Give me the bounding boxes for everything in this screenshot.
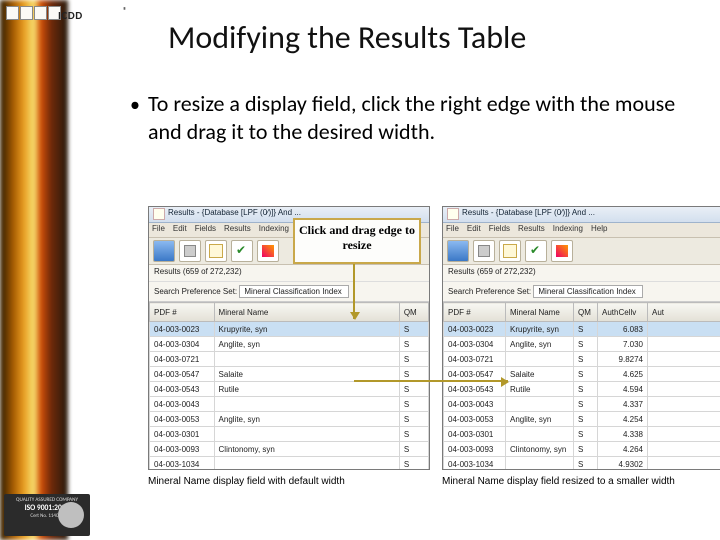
window-titlebar[interactable]: Results - {Database [LPF (0⁄)]} And ... xyxy=(443,207,720,223)
table-row[interactable]: 04-003-0721S9.8274 xyxy=(444,352,720,367)
sheet-button[interactable] xyxy=(205,240,227,262)
table-row[interactable]: 04-003-0053Anglite, synS4.254 xyxy=(444,412,720,427)
icdd-logo: ICDD ® xyxy=(6,6,126,28)
menu-item-results[interactable]: Results xyxy=(518,224,545,233)
column-header[interactable]: AuthCellv xyxy=(598,303,648,322)
save-button[interactable] xyxy=(153,240,175,262)
app-icon xyxy=(153,208,165,220)
menu-item-file[interactable]: File xyxy=(152,224,165,233)
table-row[interactable]: 04-003-0053Anglite, synS xyxy=(150,412,429,427)
sheet-button[interactable] xyxy=(499,240,521,262)
column-header[interactable]: QM xyxy=(399,303,428,322)
slide-title: Modifying the Results Table xyxy=(168,18,526,57)
decorative-band xyxy=(0,0,68,540)
results-count: Results (659 of 272,232) xyxy=(149,265,429,282)
search-pref-label: Search Preference Set: xyxy=(448,287,531,296)
bullet-icon: • xyxy=(130,93,140,118)
results-count: Results (659 of 272,232) xyxy=(443,265,720,282)
arrow-right-icon xyxy=(354,380,508,382)
results-grid[interactable]: PDF #Mineral NameQMAuthCellvAut 04-003-0… xyxy=(443,302,720,470)
menu-item-indexing[interactable]: Indexing xyxy=(553,224,583,233)
caption-after: Mineral Name display field resized to a … xyxy=(442,476,675,487)
table-row[interactable]: 04-003-0043S xyxy=(150,397,429,412)
search-pref-row: Search Preference Set: Mineral Classific… xyxy=(443,282,720,302)
table-row[interactable]: 04-003-0043S4.337 xyxy=(444,397,720,412)
chart-button[interactable] xyxy=(551,240,573,262)
table-row[interactable]: 04-003-0543RutileS xyxy=(150,382,429,397)
print-button[interactable] xyxy=(179,240,201,262)
search-pref-select[interactable]: Mineral Classification Index xyxy=(239,285,349,298)
column-header[interactable]: Mineral Name xyxy=(214,303,399,322)
window-title-text: Results - {Database [LPF (0⁄)]} And ... xyxy=(462,208,595,217)
window-title-text: Results - {Database [LPF (0⁄)]} And ... xyxy=(168,208,301,217)
menu-item-indexing[interactable]: Indexing xyxy=(259,224,289,233)
search-pref-row: Search Preference Set: Mineral Classific… xyxy=(149,282,429,302)
search-pref-label: Search Preference Set: xyxy=(154,287,237,296)
menu-item-file[interactable]: File xyxy=(446,224,459,233)
table-row[interactable]: 04-003-0721S xyxy=(150,352,429,367)
check-button[interactable] xyxy=(525,240,547,262)
caption-before: Mineral Name display field with default … xyxy=(148,476,345,487)
column-header[interactable]: Mineral Name xyxy=(506,303,574,322)
table-row[interactable]: 04-003-0023Krupyrite, synS xyxy=(150,322,429,337)
search-pref-select[interactable]: Mineral Classification Index xyxy=(533,285,643,298)
column-header[interactable]: QM xyxy=(574,303,598,322)
table-row[interactable]: 04-003-1034S4.9302 xyxy=(444,457,720,471)
table-row[interactable]: 04-003-1034S xyxy=(150,457,429,471)
slide-root: ICDD ® QUALITY ASSURED COMPANY ISO 9001:… xyxy=(0,0,720,540)
column-header[interactable]: Aut xyxy=(648,303,720,322)
table-row[interactable]: 04-003-0093Clintonomy, synS xyxy=(150,442,429,457)
slide-bullet: • To resize a display field, click the r… xyxy=(148,90,678,145)
table-row[interactable]: 04-003-0301S xyxy=(150,427,429,442)
app-icon xyxy=(447,208,459,220)
save-button[interactable] xyxy=(447,240,469,262)
toolbar xyxy=(443,238,720,265)
screenshot-after: Results - {Database [LPF (0⁄)]} And ... … xyxy=(442,206,720,470)
menu-item-edit[interactable]: Edit xyxy=(467,224,481,233)
bullet-text: To resize a display field, click the rig… xyxy=(148,90,675,145)
table-row[interactable]: 04-003-0304Anglite, synS xyxy=(150,337,429,352)
column-header[interactable]: PDF # xyxy=(444,303,506,322)
table-row[interactable]: 04-003-0023Krupyrite, synS6.083 xyxy=(444,322,720,337)
arrow-down-icon xyxy=(353,263,355,319)
check-button[interactable] xyxy=(231,240,253,262)
table-row[interactable]: 04-003-0301S4.338 xyxy=(444,427,720,442)
table-row[interactable]: 04-003-0543RutileS4.594 xyxy=(444,382,720,397)
table-row[interactable]: 04-003-0093Clintonomy, synS4.264 xyxy=(444,442,720,457)
print-button[interactable] xyxy=(473,240,495,262)
menu-item-edit[interactable]: Edit xyxy=(173,224,187,233)
table-row[interactable]: 04-003-0304Anglite, synS7.030 xyxy=(444,337,720,352)
menu-item-help[interactable]: Help xyxy=(591,224,607,233)
menu-item-fields[interactable]: Fields xyxy=(489,224,510,233)
resize-callout: Click and drag edge to resize xyxy=(293,218,421,264)
logo-text: ICDD xyxy=(58,9,83,22)
results-grid[interactable]: PDF #Mineral NameQM 04-003-0023Krupyrite… xyxy=(149,302,429,470)
menu-item-results[interactable]: Results xyxy=(224,224,251,233)
menu-item-fields[interactable]: Fields xyxy=(195,224,216,233)
menu-bar: File Edit Fields Results Indexing Help xyxy=(443,223,720,238)
chart-button[interactable] xyxy=(257,240,279,262)
quality-badge: QUALITY ASSURED COMPANY ISO 9001:2000 Ce… xyxy=(4,494,90,536)
column-header[interactable]: PDF # xyxy=(150,303,215,322)
seal-icon xyxy=(58,502,84,528)
